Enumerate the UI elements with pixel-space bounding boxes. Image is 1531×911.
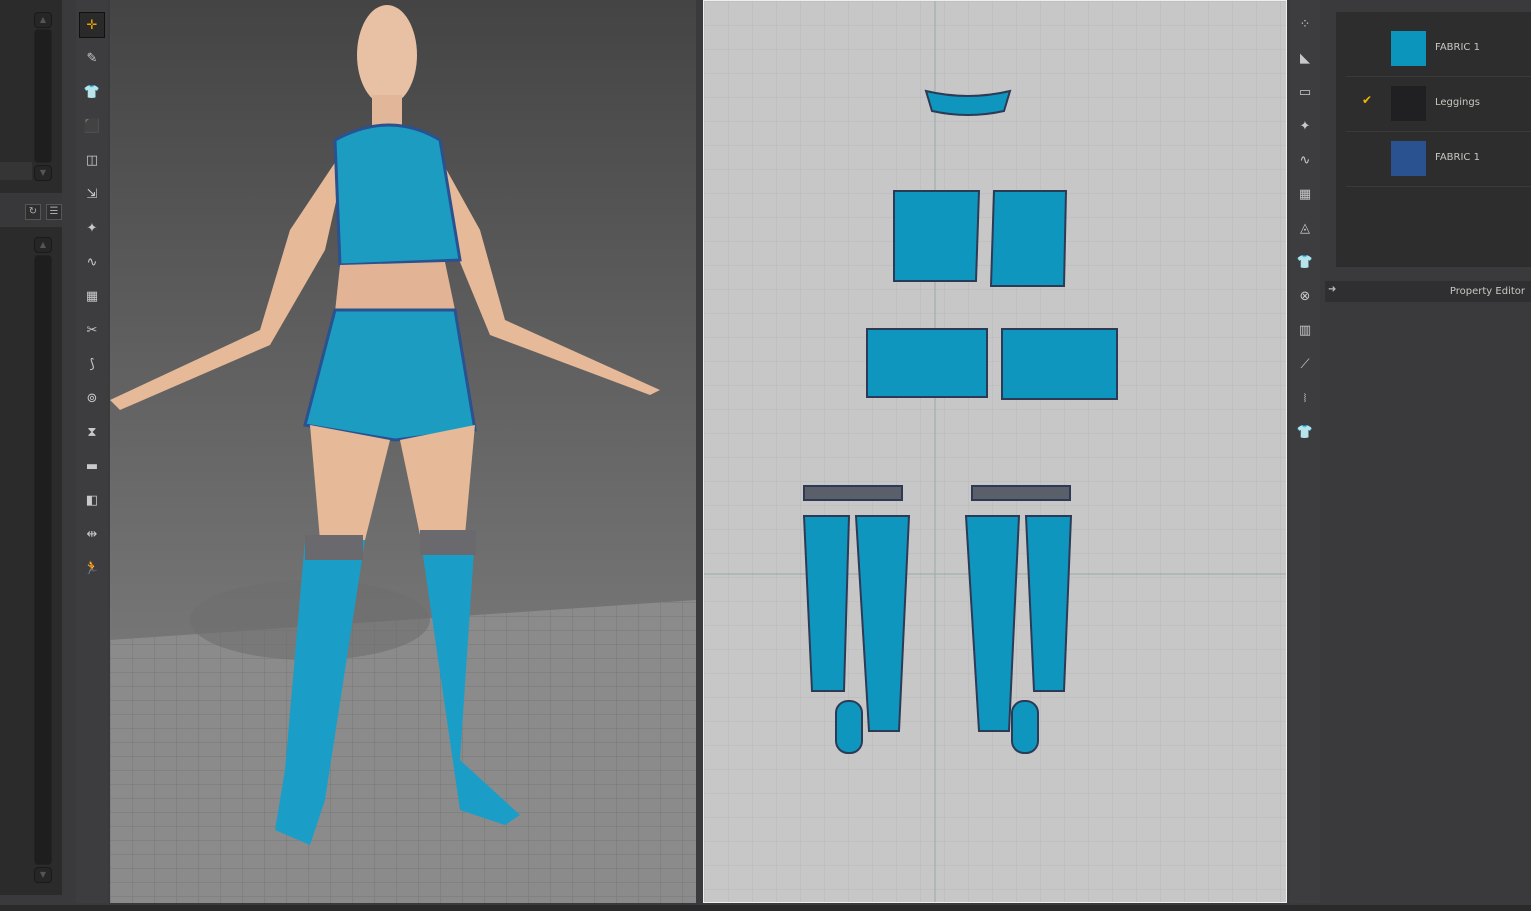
- tool-fold-icon[interactable]: ◫: [79, 148, 105, 174]
- fabric-list: FABRIC 1 ✔ Leggings FABRIC 1: [1336, 12, 1531, 267]
- scroll-up-button[interactable]: ▲: [34, 12, 52, 28]
- fabric-item[interactable]: FABRIC 1: [1346, 22, 1531, 77]
- fabric-name: FABRIC 1: [1435, 152, 1480, 163]
- arrow-icon[interactable]: ➜: [1328, 284, 1336, 295]
- tool-button-icon[interactable]: ⊚: [79, 386, 105, 412]
- property-editor-header[interactable]: ➜ Property Editor: [1325, 281, 1531, 302]
- 2d-tool-icon[interactable]: ▥: [1292, 318, 1318, 344]
- tool-tack-icon[interactable]: ∿: [79, 250, 105, 276]
- fabric-name: Leggings: [1435, 97, 1480, 108]
- scrollbar-2[interactable]: [34, 255, 52, 865]
- scroll-up-button-2[interactable]: ▲: [34, 237, 52, 253]
- tool-edit-uv-icon[interactable]: ▦: [79, 284, 105, 310]
- 2d-tool-icon[interactable]: ✦: [1292, 114, 1318, 140]
- tool-fit-icon[interactable]: ◧: [79, 488, 105, 514]
- tool-topstitch-icon[interactable]: ▬: [79, 454, 105, 480]
- status-bar: [0, 905, 1531, 911]
- panel-toolbar: ↻ ☰: [0, 193, 62, 227]
- tool-avatar-garment-icon[interactable]: ⬛: [79, 114, 105, 140]
- 3d-toolbar: ✛ ✎ 👕 ⬛ ◫ ⇲ ✦ ∿ ▦ ✂ ⟆ ⊚ ⧗ ▬ ◧ ⇹ 🏃: [76, 0, 108, 903]
- tool-select-move-icon[interactable]: ✛: [79, 12, 105, 38]
- list-row[interactable]: [0, 162, 32, 180]
- tool-simulate-icon[interactable]: 👕: [79, 80, 105, 106]
- tool-pin-icon[interactable]: ✦: [79, 216, 105, 242]
- object-browser-right: FABRIC 1 ✔ Leggings FABRIC 1 ➜ Property …: [1325, 0, 1531, 903]
- tool-arrange-icon[interactable]: ⇲: [79, 182, 105, 208]
- object-browser-panel: ▲ ▼ ▲ ▼: [0, 0, 62, 895]
- check-icon: ✔: [1362, 93, 1373, 107]
- 2d-tool-icon[interactable]: ⊗: [1292, 284, 1318, 310]
- 3d-viewport[interactable]: [110, 0, 696, 903]
- tool-transform-icon[interactable]: ✎: [79, 46, 105, 72]
- 2d-tool-icon[interactable]: ⁘: [1292, 12, 1318, 38]
- tool-measure-icon[interactable]: ⇹: [79, 522, 105, 548]
- property-editor-title: Property Editor: [1449, 286, 1525, 297]
- scrollbar[interactable]: [34, 29, 52, 163]
- 2d-tool-icon[interactable]: ▦: [1292, 182, 1318, 208]
- fabric-item[interactable]: FABRIC 1: [1346, 132, 1531, 187]
- 2d-tool-icon[interactable]: ◣: [1292, 46, 1318, 72]
- 2d-pattern-window[interactable]: [703, 0, 1287, 903]
- refresh-icon[interactable]: ↻: [25, 204, 41, 220]
- tool-pose-icon[interactable]: 🏃: [79, 556, 105, 582]
- fabric-swatch: [1391, 86, 1426, 121]
- scroll-down-button-2[interactable]: ▼: [34, 867, 52, 883]
- 2d-toolbar: ⁘ ◣ ▭ ✦ ∿ ▦ ◬ 👕 ⊗ ▥ ⟋ ⧘ 👕: [1290, 0, 1320, 903]
- 2d-tool-icon[interactable]: ⟋: [1292, 352, 1318, 378]
- 2d-tool-icon[interactable]: ◬: [1292, 216, 1318, 242]
- 2d-tool-icon[interactable]: ▭: [1292, 80, 1318, 106]
- tool-strap-icon[interactable]: ⟆: [79, 352, 105, 378]
- 2d-tool-icon[interactable]: 👕: [1292, 250, 1318, 276]
- tool-sewing-icon[interactable]: ✂: [79, 318, 105, 344]
- 2d-tool-icon[interactable]: ∿: [1292, 148, 1318, 174]
- 2d-tool-icon[interactable]: ⧘: [1292, 386, 1318, 412]
- fabric-item[interactable]: ✔ Leggings: [1346, 77, 1531, 132]
- fabric-name: FABRIC 1: [1435, 42, 1480, 53]
- scroll-down-button[interactable]: ▼: [34, 165, 52, 181]
- fabric-swatch: [1391, 31, 1426, 66]
- list-icon[interactable]: ☰: [46, 204, 62, 220]
- fabric-swatch: [1391, 141, 1426, 176]
- tool-zip-icon[interactable]: ⧗: [79, 420, 105, 446]
- 2d-tool-icon[interactable]: 👕: [1292, 420, 1318, 446]
